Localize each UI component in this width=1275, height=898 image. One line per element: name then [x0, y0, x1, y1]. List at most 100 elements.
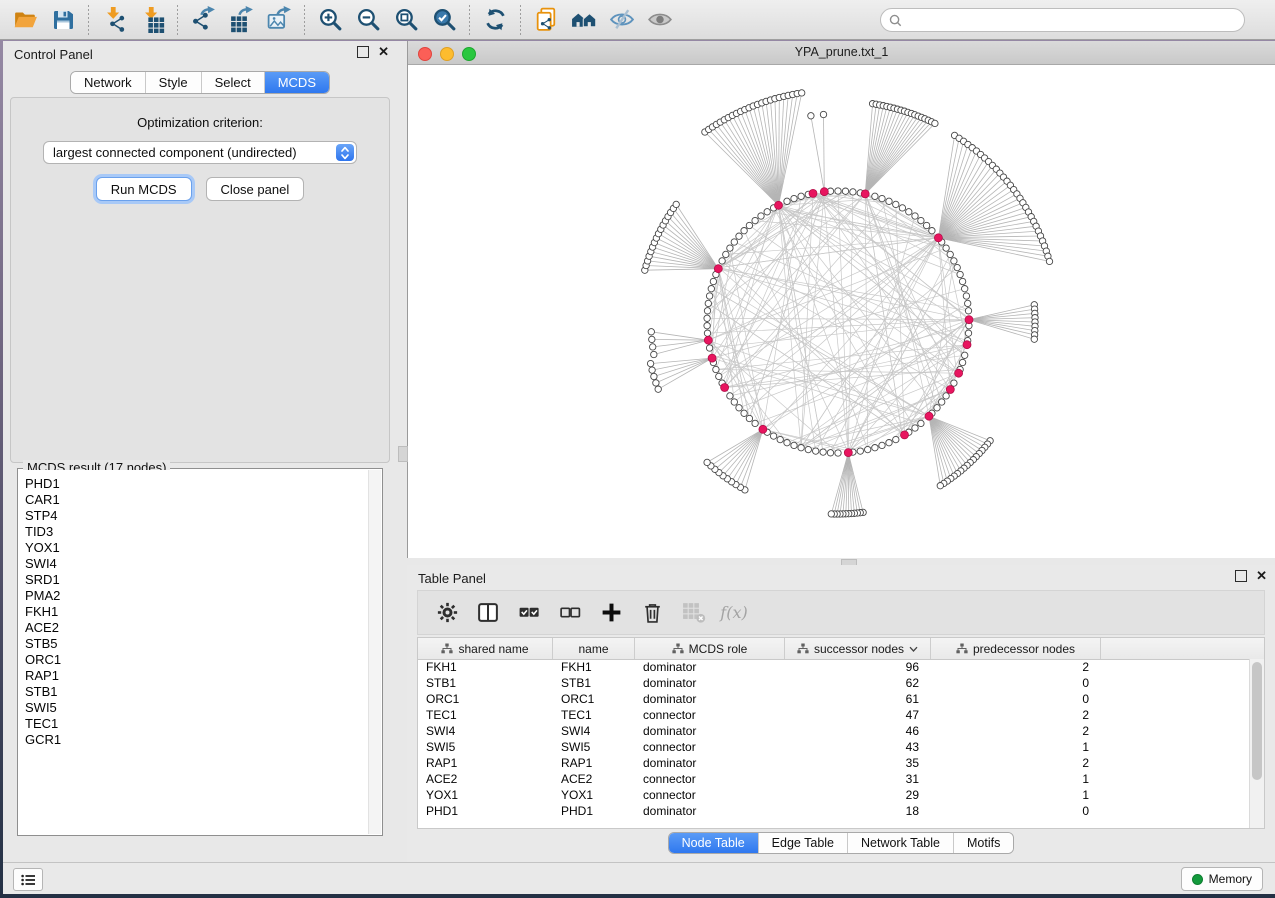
zoom-selected-button[interactable]	[425, 3, 463, 37]
network-graph[interactable]	[408, 65, 1274, 558]
export-network-button[interactable]	[184, 3, 222, 37]
window-close-icon[interactable]	[418, 47, 432, 61]
splitter-grip[interactable]	[398, 446, 408, 462]
tab-motifs[interactable]: Motifs	[953, 833, 1013, 853]
float-panel-icon[interactable]	[357, 46, 369, 58]
table-row[interactable]: PHD1PHD1dominator180	[418, 803, 1250, 819]
table-scrollbar[interactable]	[1249, 659, 1264, 828]
tab-node-table[interactable]: Node Table	[669, 833, 758, 853]
open-button[interactable]	[6, 3, 44, 37]
hide-visibility-button[interactable]	[603, 3, 641, 37]
export-table-button[interactable]	[222, 3, 260, 37]
result-node-item[interactable]: STP4	[25, 508, 381, 524]
search-input[interactable]	[907, 12, 1244, 29]
add-row-icon[interactable]	[598, 600, 624, 626]
home-networks-button[interactable]	[565, 3, 603, 37]
table-cell: dominator	[635, 724, 785, 738]
result-node-item[interactable]: SWI5	[25, 700, 381, 716]
result-node-item[interactable]: TID3	[25, 524, 381, 540]
float-panel-icon[interactable]	[1235, 570, 1247, 582]
scrollbar-thumb[interactable]	[1252, 662, 1262, 780]
result-node-item[interactable]: FKH1	[25, 604, 381, 620]
zoom-out-button[interactable]	[349, 3, 387, 37]
table-panel-tabs: Node TableEdge TableNetwork TableMotifs	[668, 832, 1015, 854]
show-visibility-button[interactable]	[641, 3, 679, 37]
table-cell: 0	[931, 692, 1101, 706]
tab-style[interactable]: Style	[145, 72, 201, 93]
vertical-splitter[interactable]	[397, 41, 407, 862]
window-zoom-icon[interactable]	[462, 47, 476, 61]
result-node-item[interactable]: ACE2	[25, 620, 381, 636]
column-header-predecessor-nodes[interactable]: predecessor nodes	[931, 638, 1101, 659]
export-table-icon	[228, 6, 255, 33]
tab-network-table[interactable]: Network Table	[847, 833, 953, 853]
search-field[interactable]	[880, 8, 1245, 32]
result-node-item[interactable]: ORC1	[25, 652, 381, 668]
tab-mcds[interactable]: MCDS	[264, 72, 329, 93]
criterion-select[interactable]: largest connected component (undirected)	[43, 141, 357, 164]
result-node-item[interactable]: STB1	[25, 684, 381, 700]
column-header-shared-name[interactable]: shared name	[418, 638, 553, 659]
network-canvas[interactable]	[408, 65, 1275, 558]
export-network-icon	[190, 6, 217, 33]
import-network-button[interactable]	[95, 3, 133, 37]
result-node-item[interactable]: RAP1	[25, 668, 381, 684]
result-node-item[interactable]: SRD1	[25, 572, 381, 588]
status-bar: Memory	[3, 862, 1275, 894]
memory-button[interactable]: Memory	[1181, 867, 1263, 891]
settings-icon[interactable]	[434, 600, 460, 626]
table-cell: ORC1	[553, 692, 635, 706]
refresh-button[interactable]	[476, 3, 514, 37]
column-header-MCDS-role[interactable]: MCDS role	[635, 638, 785, 659]
table-row[interactable]: ORC1ORC1dominator610	[418, 691, 1250, 707]
column-header-name[interactable]: name	[553, 638, 635, 659]
tab-network[interactable]: Network	[71, 72, 145, 93]
zoom-out-icon	[355, 6, 382, 33]
clone-network-button[interactable]	[527, 3, 565, 37]
result-node-item[interactable]: TEC1	[25, 716, 381, 732]
select-stepper-icon	[336, 144, 354, 161]
select-all-icon[interactable]	[516, 600, 542, 626]
zoom-fit-button[interactable]	[387, 3, 425, 37]
show-visibility-icon	[646, 6, 674, 33]
import-table-button[interactable]	[133, 3, 171, 37]
export-image-button[interactable]	[260, 3, 298, 37]
horizontal-splitter[interactable]	[407, 558, 1275, 565]
table-row[interactable]: YOX1YOX1connector291	[418, 787, 1250, 803]
result-node-item[interactable]: YOX1	[25, 540, 381, 556]
result-node-item[interactable]: SWI4	[25, 556, 381, 572]
table-row[interactable]: RAP1RAP1dominator352	[418, 755, 1250, 771]
column-header-successor-nodes[interactable]: successor nodes	[785, 638, 931, 659]
result-node-item[interactable]: PHD1	[25, 476, 381, 492]
window-minimize-icon[interactable]	[440, 47, 454, 61]
result-node-item[interactable]: CAR1	[25, 492, 381, 508]
tab-select[interactable]: Select	[201, 72, 264, 93]
table-cell: 0	[931, 676, 1101, 690]
mcds-result-list[interactable]: PHD1CAR1STP4TID3YOX1SWI4SRD1PMA2FKH1ACE2…	[19, 470, 381, 834]
result-node-item[interactable]: PMA2	[25, 588, 381, 604]
result-node-item[interactable]: STB5	[25, 636, 381, 652]
run-mcds-button[interactable]: Run MCDS	[96, 177, 192, 201]
tab-edge-table[interactable]: Edge Table	[758, 833, 847, 853]
table-row[interactable]: SWI4SWI4dominator462	[418, 723, 1250, 739]
table-cell: ORC1	[418, 692, 553, 706]
close-panel-icon[interactable]: ✕	[378, 47, 389, 57]
table-row[interactable]: STB1STB1dominator620	[418, 675, 1250, 691]
table-cell: TEC1	[418, 708, 553, 722]
table-row[interactable]: SWI5SWI5connector431	[418, 739, 1250, 755]
network-window-titlebar[interactable]: YPA_prune.txt_1	[408, 41, 1275, 65]
result-node-item[interactable]: GCR1	[25, 732, 381, 748]
table-row[interactable]: ACE2ACE2connector311	[418, 771, 1250, 787]
deselect-all-icon[interactable]	[557, 600, 583, 626]
close-panel-button[interactable]: Close panel	[206, 177, 305, 201]
task-history-button[interactable]	[13, 868, 43, 891]
result-list-scrollbar[interactable]	[368, 470, 381, 834]
table-cell: ACE2	[418, 772, 553, 786]
table-row[interactable]: TEC1TEC1connector472	[418, 707, 1250, 723]
split-columns-icon[interactable]	[475, 600, 501, 626]
close-panel-icon[interactable]: ✕	[1256, 571, 1267, 581]
table-row[interactable]: FKH1FKH1dominator962	[418, 659, 1250, 675]
delete-row-icon[interactable]	[639, 600, 665, 626]
zoom-in-button[interactable]	[311, 3, 349, 37]
save-button[interactable]	[44, 3, 82, 37]
